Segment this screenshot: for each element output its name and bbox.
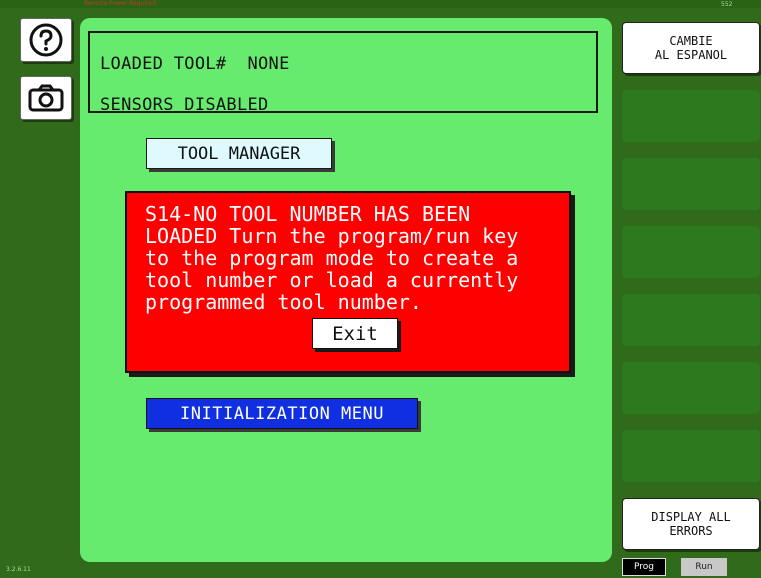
tool-manager-button[interactable]: TOOL MANAGER: [146, 138, 332, 169]
side-slot-6: [622, 430, 760, 482]
version-label: 3.2.6.11: [6, 566, 31, 573]
sensors-status: SENSORS DISABLED: [100, 95, 269, 115]
error-dialog: S14-NO TOOL NUMBER HAS BEEN LOADED Turn …: [125, 191, 571, 373]
camera-icon: [28, 84, 64, 112]
side-slot-3: [622, 226, 760, 278]
side-slot-4: [622, 294, 760, 346]
main-panel: LOADED TOOL# NONE SENSORS DISABLED TOOL …: [80, 18, 612, 562]
status-box: LOADED TOOL# NONE SENSORS DISABLED: [88, 31, 598, 115]
side-slot-2: [622, 158, 760, 210]
run-mode-button[interactable]: Run: [681, 558, 727, 576]
initialization-menu-button[interactable]: INITIALIZATION MENU: [146, 398, 418, 429]
language-button[interactable]: CAMBIE AL ESPANOL: [622, 22, 760, 74]
exit-button[interactable]: Exit: [312, 318, 398, 349]
help-button[interactable]: [20, 18, 72, 62]
screen-id: 552: [721, 1, 733, 8]
camera-button[interactable]: [20, 76, 72, 120]
side-slot-5: [622, 362, 760, 414]
mode-indicator: Remote Power Required: [84, 0, 156, 7]
question-circle-icon: [29, 23, 63, 57]
display-all-errors-button[interactable]: DISPLAY ALL ERRORS: [622, 498, 760, 550]
loaded-tool-status: LOADED TOOL# NONE: [100, 54, 290, 74]
error-message: S14-NO TOOL NUMBER HAS BEEN LOADED Turn …: [145, 202, 519, 314]
side-slot-1: [622, 90, 760, 142]
prog-mode-button[interactable]: Prog: [622, 558, 666, 576]
